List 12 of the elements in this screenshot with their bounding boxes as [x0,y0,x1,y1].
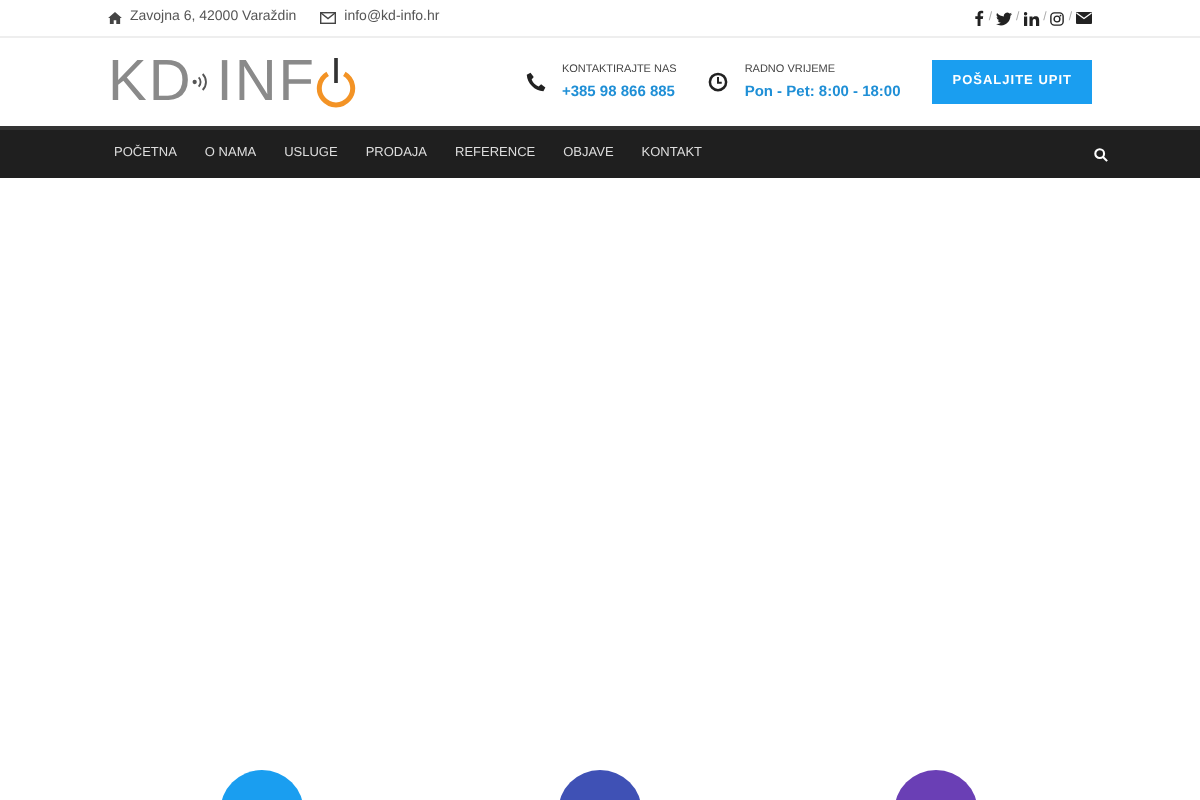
bird-icon[interactable] [995,11,1012,25]
phone-icon [525,72,546,92]
facebook-icon[interactable] [974,10,985,26]
signal-icon [192,70,209,94]
envelope-icon [320,12,337,24]
power-icon [316,57,357,107]
linkedin-icon[interactable] [1023,11,1040,25]
search-icon[interactable] [1094,147,1108,161]
clock-icon [708,72,729,92]
home-icon [108,12,122,24]
mail-icon[interactable] [1076,12,1092,24]
instagram-icon[interactable] [1050,11,1065,25]
